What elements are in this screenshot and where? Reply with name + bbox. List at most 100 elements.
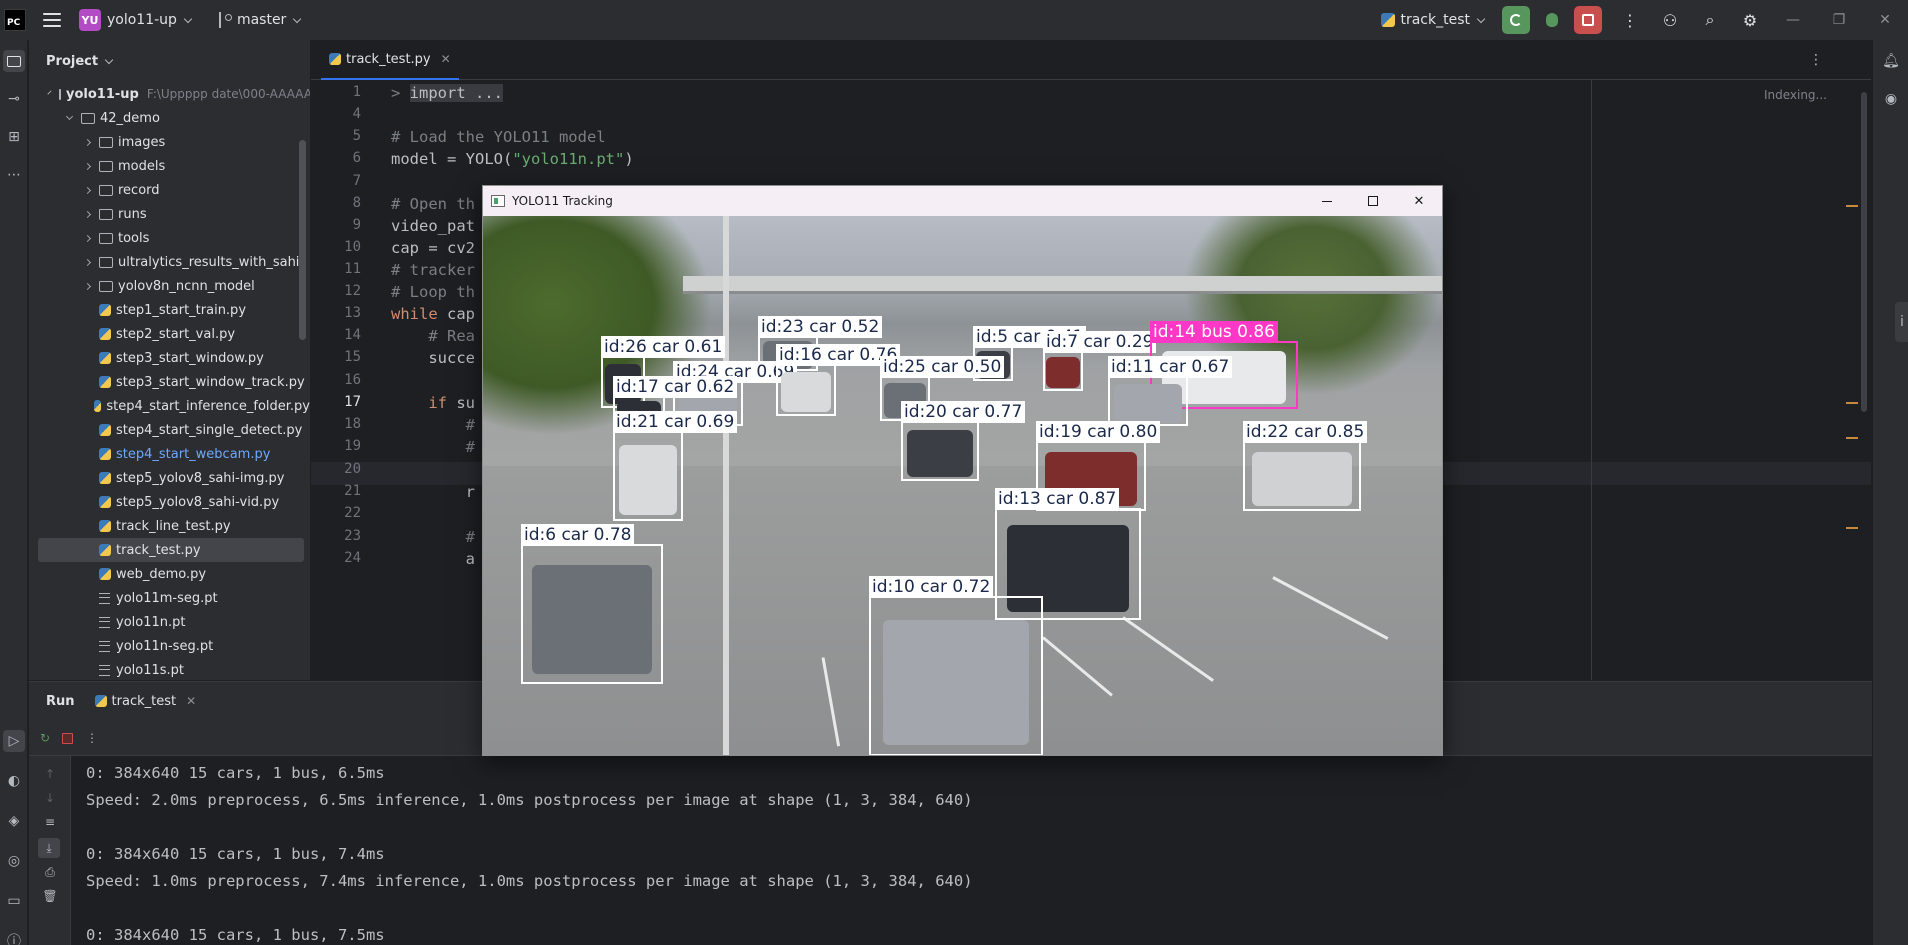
tree-folder[interactable]: yolov8n_ncnn_model <box>29 274 310 298</box>
run-tool-icon[interactable]: ▷ <box>3 730 25 752</box>
tree-file[interactable]: track_line_test.py <box>29 514 310 538</box>
add-user-icon[interactable]: ⚇ <box>1656 6 1684 34</box>
tree-item-label: step5_yolov8_sahi-img.py <box>116 470 285 486</box>
street-pole <box>723 216 729 755</box>
tree-folder[interactable]: tools <box>29 226 310 250</box>
terminal-icon[interactable]: ▭ <box>3 890 25 912</box>
search-icon[interactable]: ⌕ <box>1696 6 1724 34</box>
tree-file[interactable]: yolo11m-seg.pt <box>29 586 310 610</box>
project-panel-header[interactable]: Project <box>29 40 310 82</box>
tab-track-test[interactable]: track_test.py ✕ <box>321 40 459 80</box>
tree-root[interactable]: yolo11-up F:\Uppppp date\000-AAAAA <box>29 82 310 106</box>
python-console-icon[interactable]: ◐ <box>3 770 25 792</box>
problems-icon[interactable]: ⓘ <box>3 930 25 945</box>
python-file-icon <box>99 520 111 532</box>
expand-arrow-icon[interactable] <box>83 258 92 266</box>
print-icon[interactable]: ⎙ <box>42 864 58 880</box>
tree-item-label: track_test.py <box>116 542 201 558</box>
run-panel-title: Run <box>46 693 75 709</box>
debug-button[interactable] <box>1538 6 1566 34</box>
structure-icon[interactable]: ⊞ <box>3 126 25 148</box>
more-tools-icon[interactable]: ⋯ <box>3 164 25 186</box>
soft-wrap-icon[interactable]: ≡ <box>42 814 58 830</box>
yolo-window-titlebar[interactable]: YOLO11 Tracking ✕ <box>483 186 1442 216</box>
more-icon[interactable]: ⋮ <box>84 730 100 746</box>
layers-icon[interactable]: ◈ <box>3 810 25 832</box>
folded-imports[interactable]: import ... <box>409 84 503 102</box>
ai-assistant-icon[interactable]: ◉ <box>1880 88 1902 110</box>
tree-file[interactable]: step2_start_val.py <box>29 322 310 346</box>
tree-file[interactable]: yolo11s.pt <box>29 658 310 680</box>
tree-file[interactable]: step4_start_inference_folder.py <box>29 394 310 418</box>
editor-scrollbar[interactable] <box>1861 92 1867 412</box>
tree-folder[interactable]: ultralytics_results_with_sahi <box>29 250 310 274</box>
project-scrollbar[interactable] <box>299 140 306 340</box>
notifications-icon[interactable]: 🔔︎ <box>1880 50 1902 72</box>
branch-switcher[interactable]: master <box>237 12 286 28</box>
tree-file[interactable]: yolo11n.pt <box>29 610 310 634</box>
close-icon[interactable]: ✕ <box>441 52 451 66</box>
rerun-icon[interactable]: ↻ <box>37 730 53 746</box>
detection-label: id:6 car 0.78 <box>521 524 635 546</box>
expand-arrow-icon[interactable] <box>83 162 92 170</box>
tree-file[interactable]: step3_start_window.py <box>29 346 310 370</box>
code-line: model = YOLO("yolo11n.pt") <box>391 150 634 168</box>
yolo-maximize-button[interactable] <box>1350 186 1396 216</box>
tree-file[interactable]: step1_start_train.py <box>29 298 310 322</box>
close-window-button[interactable]: ✕ <box>1862 0 1908 40</box>
scroll-to-end-icon[interactable]: ⤓ <box>38 838 60 858</box>
detection-box: id:21 car 0.69 <box>613 411 738 521</box>
yolo-close-button[interactable]: ✕ <box>1396 186 1442 216</box>
chevron-down-icon <box>293 14 302 23</box>
run-tab-track-test[interactable]: track_test ✕ <box>94 682 196 720</box>
expand-arrow-icon[interactable] <box>83 186 92 194</box>
tree-folder[interactable]: runs <box>29 202 310 226</box>
yolo-minimize-button[interactable] <box>1304 186 1350 216</box>
more-icon[interactable]: ⋮ <box>1809 52 1823 68</box>
tree-file[interactable]: step5_yolov8_sahi-img.py <box>29 466 310 490</box>
project-tool-icon[interactable] <box>3 50 25 72</box>
python-file-icon <box>329 53 341 65</box>
tree-file[interactable]: step4_start_single_detect.py <box>29 418 310 442</box>
tree-file[interactable]: track_test.py <box>38 538 304 562</box>
services-icon[interactable]: ◎ <box>3 850 25 872</box>
tree-folder[interactable]: models <box>29 154 310 178</box>
rerun-button[interactable] <box>1502 6 1530 34</box>
restore-button[interactable]: ❐ <box>1816 0 1862 40</box>
stop-button[interactable] <box>1574 6 1602 34</box>
expand-arrow-icon[interactable] <box>83 138 92 146</box>
warning-marker[interactable] <box>1846 527 1858 529</box>
info-tab-icon[interactable]: ⅰ <box>1895 302 1908 342</box>
tree-file[interactable]: step4_start_webcam.py <box>29 442 310 466</box>
stop-icon[interactable] <box>59 730 75 746</box>
warning-marker[interactable] <box>1846 437 1858 439</box>
main-menu-icon[interactable] <box>43 13 61 27</box>
run-config-label: track_test <box>1400 12 1470 28</box>
arrow-up-icon[interactable]: ↑ <box>42 766 58 782</box>
expand-arrow-icon[interactable] <box>65 112 74 121</box>
warning-marker[interactable] <box>1846 205 1858 207</box>
gear-icon[interactable]: ⚙ <box>1736 6 1764 34</box>
project-badge[interactable]: YU <box>79 9 101 31</box>
project-switcher[interactable]: yolo11-up <box>107 12 177 28</box>
expand-arrow-icon[interactable] <box>83 210 92 218</box>
tree-folder[interactable]: record <box>29 178 310 202</box>
tree-folder[interactable]: 42_demo <box>29 106 310 130</box>
minimize-button[interactable]: — <box>1770 0 1816 40</box>
expand-arrow-icon[interactable] <box>47 90 52 95</box>
commit-icon[interactable]: ⊸ <box>3 88 25 110</box>
tree-file[interactable]: yolo11n-seg.pt <box>29 634 310 658</box>
run-config-selector[interactable]: track_test <box>1381 12 1486 28</box>
more-icon[interactable]: ⋮ <box>1616 6 1644 34</box>
tree-folder[interactable]: images <box>29 130 310 154</box>
expand-arrow-icon[interactable] <box>83 282 92 290</box>
tree-item-label: models <box>118 158 166 174</box>
tree-file[interactable]: step3_start_window_track.py <box>29 370 310 394</box>
close-icon[interactable]: ✕ <box>186 694 196 708</box>
arrow-down-icon[interactable]: ↓ <box>42 790 58 806</box>
tree-file[interactable]: web_demo.py <box>29 562 310 586</box>
tree-file[interactable]: step5_yolov8_sahi-vid.py <box>29 490 310 514</box>
expand-arrow-icon[interactable] <box>83 234 92 242</box>
warning-marker[interactable] <box>1846 402 1858 404</box>
trash-icon[interactable]: 🗑︎ <box>42 888 58 904</box>
